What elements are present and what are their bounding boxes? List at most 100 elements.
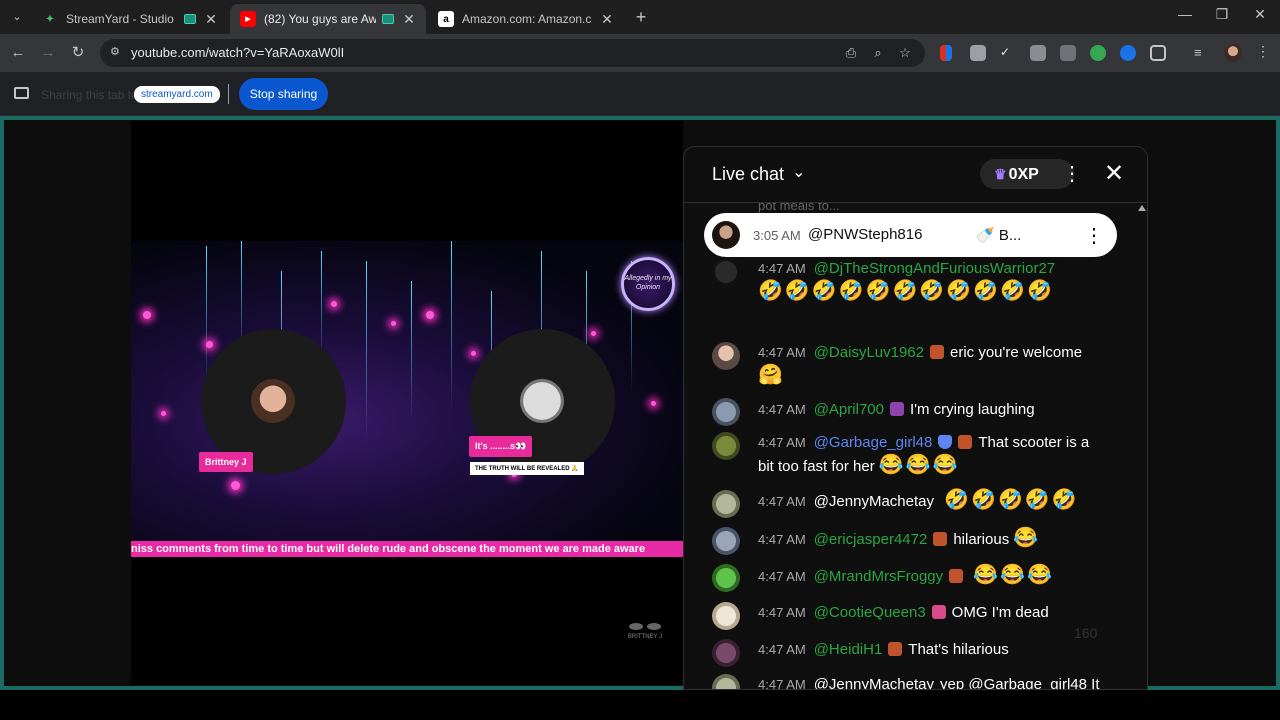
user-avatar: [712, 639, 740, 667]
message-author[interactable]: @ericjasper4472: [814, 531, 928, 548]
message-time: 4:47 AM: [758, 494, 806, 509]
close-icon[interactable]: ✕: [1104, 159, 1124, 188]
close-tab-icon[interactable]: ✕: [402, 11, 416, 28]
message-time: 4:47 AM: [758, 345, 806, 360]
chevron-down-icon[interactable]: ⌄: [792, 162, 805, 182]
more-options-icon[interactable]: ⋮: [1062, 161, 1082, 186]
sparkle: [206, 341, 213, 348]
message-author[interactable]: @MrandMrsFroggy: [814, 568, 943, 585]
brand-logo: BRITTNEY J: [621, 615, 669, 649]
profile-avatar[interactable]: [1224, 44, 1242, 62]
user-avatar: [712, 432, 740, 460]
back-button[interactable]: ←: [8, 43, 28, 63]
message-time: 4:47 AM: [758, 261, 806, 276]
guest-subtitle: THE TRUTH WILL BE REVEALED 🙏: [470, 462, 584, 475]
message-author[interactable]: @HeidiH1: [814, 641, 883, 658]
browser-menu-icon[interactable]: ⋮: [1256, 43, 1270, 60]
extension-icon[interactable]: [1090, 45, 1106, 61]
address-bar[interactable]: ⚙ youtube.com/watch?v=YaRAoxaW0lI ⎙ ⌕ ☆: [100, 39, 925, 67]
message-time: 4:47 AM: [758, 605, 806, 620]
user-avatar: [712, 490, 740, 518]
sparkle: [591, 331, 596, 336]
user-avatar: [712, 398, 740, 426]
extension-icon[interactable]: [1030, 45, 1046, 61]
divider: [228, 84, 229, 104]
extension-icon[interactable]: [1120, 45, 1136, 61]
message-author[interactable]: @Garbage_girl48: [814, 434, 933, 451]
message-time: 4:47 AM: [758, 402, 806, 417]
user-avatar: [712, 602, 740, 630]
youtube-icon: ▶: [240, 11, 256, 27]
message-author[interactable]: @DaisyLuv1962: [814, 344, 924, 361]
user-avatar: [712, 564, 740, 592]
user-avatar: [712, 674, 740, 689]
new-tab-button[interactable]: +: [632, 6, 650, 28]
user-avatar: [712, 221, 740, 249]
stop-sharing-button[interactable]: Stop sharing: [239, 78, 328, 110]
screen-share-icon: [14, 87, 29, 99]
extension-icon[interactable]: [970, 45, 986, 61]
light-streak: [451, 241, 452, 411]
message-author[interactable]: @JennyMachetay: [814, 493, 934, 510]
site-info-icon[interactable]: ⚙: [110, 45, 124, 59]
message-time: 4:47 AM: [758, 677, 806, 690]
sparkle: [231, 481, 240, 490]
tab-streamyard[interactable]: ✦ StreamYard - Studio ✕: [32, 4, 228, 34]
message-author[interactable]: @April700: [814, 401, 884, 418]
chat-scrollbar[interactable]: [1138, 203, 1147, 689]
user-avatar: [712, 527, 740, 555]
extensions-puzzle-icon[interactable]: [1150, 45, 1166, 61]
reload-button[interactable]: ↻: [68, 43, 88, 63]
close-tab-icon[interactable]: ✕: [204, 11, 218, 28]
close-tab-icon[interactable]: ✕: [600, 11, 614, 28]
message-time: 3:05 AM: [753, 228, 801, 243]
message-text: That's hilarious: [908, 641, 1009, 658]
media-controls-icon[interactable]: ≡: [1194, 45, 1210, 61]
more-options-icon[interactable]: ⋮: [1084, 223, 1104, 248]
tab-title: (82) You guys are Awesome: [264, 12, 376, 26]
extension-icon[interactable]: [940, 45, 952, 61]
extension-icon[interactable]: [1060, 45, 1076, 61]
chat-title[interactable]: Live chat: [712, 164, 784, 185]
message-line: 4:47 AM @Garbage_girl48 That scooter is a …: [758, 432, 1104, 478]
restore-button[interactable]: ❐: [1212, 6, 1232, 23]
video-player[interactable]: Allegedly in my Opinion Brittney J It's …: [131, 121, 683, 685]
zoom-icon[interactable]: ⌕: [869, 44, 887, 62]
tab-amazon[interactable]: a Amazon.com: Amazon.com Gift ✕: [428, 4, 624, 34]
message-text: OMG I'm dead: [951, 604, 1049, 621]
message-author[interactable]: @CootieQueen3: [814, 604, 926, 621]
tab-title: Amazon.com: Amazon.com Gift: [462, 12, 592, 26]
extension-icon[interactable]: ✓: [1000, 45, 1016, 61]
member-badge-icon: [931, 605, 946, 619]
sharing-text: Sharing this tab to: [41, 88, 138, 102]
browser-toolbar: ← → ↻ ⚙ youtube.com/watch?v=YaRAoxaW0lI …: [0, 34, 1280, 72]
sparkle: [426, 311, 434, 319]
faded-counter: 160: [1074, 625, 1098, 641]
message-text: yep @Garbage_girl48 It: [940, 676, 1100, 690]
message-author[interactable]: @JennyMachetay: [814, 676, 934, 689]
tab-search-button[interactable]: ⌄: [6, 6, 28, 28]
message-author[interactable]: @DjTheStrongAndFuriousWarrior27: [814, 260, 1055, 277]
message-line: 4:47 AM @DaisyLuv1962 eric you're welcome …: [758, 342, 1104, 388]
forward-button[interactable]: →: [38, 43, 58, 63]
sharing-domain-chip[interactable]: streamyard.com: [134, 86, 220, 103]
tab-youtube[interactable]: ▶ (82) You guys are Awesome ✕: [230, 4, 426, 34]
install-app-icon[interactable]: ⎙: [842, 44, 860, 62]
scroll-up-icon[interactable]: [1138, 205, 1146, 211]
message-emoji: 😂😂😂: [973, 564, 1055, 586]
xp-pill[interactable]: ♛ 0XP: [980, 159, 1074, 189]
guest-name-tag: Brittney J: [199, 452, 253, 472]
bookmark-star-icon[interactable]: ☆: [896, 44, 914, 62]
url-text[interactable]: youtube.com/watch?v=YaRAoxaW0lI: [131, 45, 344, 60]
close-window-button[interactable]: ✕: [1250, 6, 1270, 23]
message-author[interactable]: @PNWSteph816: [808, 226, 922, 243]
message-time: 4:47 AM: [758, 642, 806, 657]
amazon-icon: a: [438, 11, 454, 27]
sparkle: [161, 411, 166, 416]
minimize-button[interactable]: —: [1175, 6, 1195, 22]
message-line: 4:47 AM @MrandMrsFroggy 😂😂😂: [758, 564, 1104, 588]
message-text: eric you're welcome: [950, 344, 1083, 361]
message-line: 4:47 AM @DjTheStrongAndFuriousWarrior27 🤣…: [758, 258, 1104, 304]
pinned-message[interactable]: 3:05 AM @PNWSteph816 🍼 B... ⋮: [704, 213, 1117, 257]
message-emoji: 😂: [1013, 527, 1041, 549]
